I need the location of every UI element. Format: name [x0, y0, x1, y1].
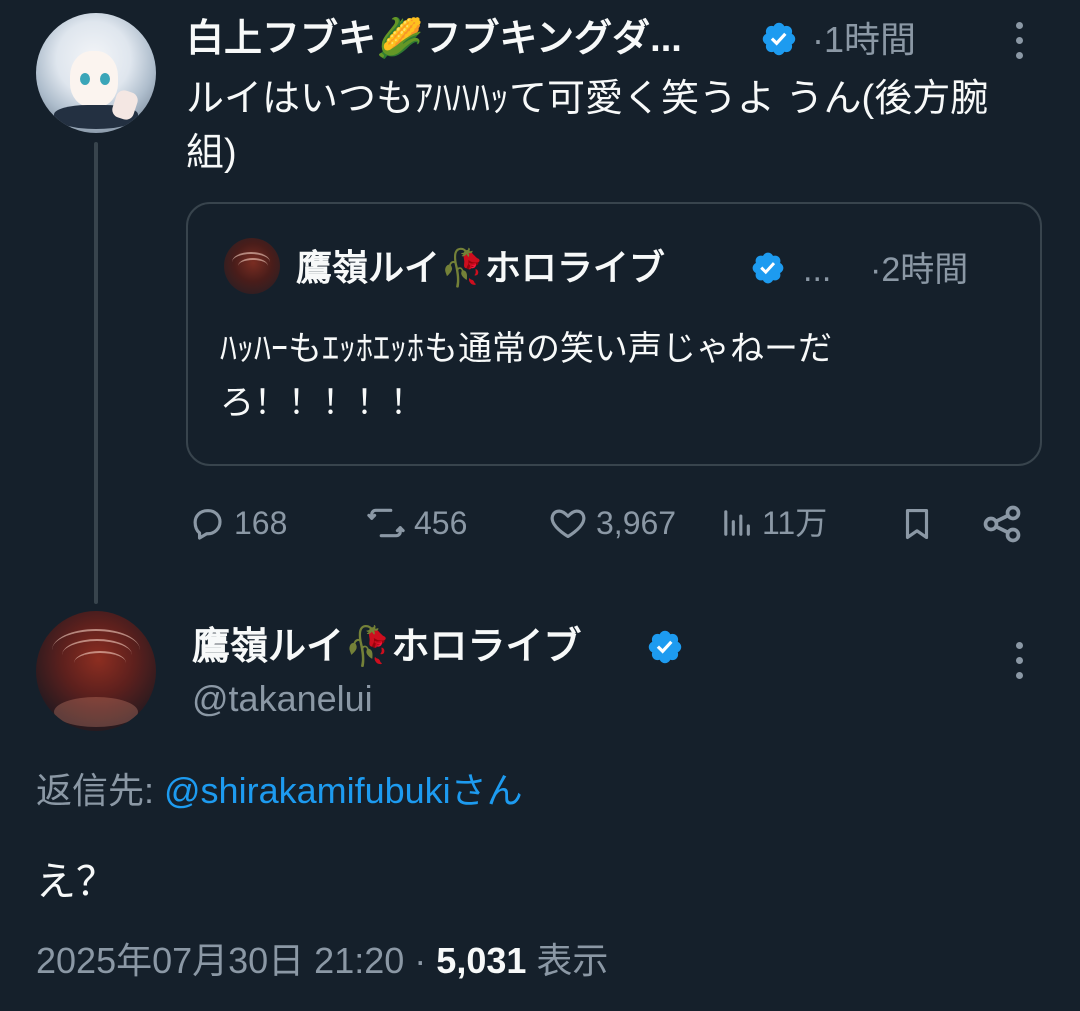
main-author-avatar[interactable]	[36, 611, 156, 731]
tweet-footer: 2025年07月30日 21:20 · 5,031 表示	[36, 936, 608, 986]
reply-icon	[193, 509, 222, 540]
repost-icon	[367, 508, 405, 538]
views-count: 5,031	[436, 940, 527, 981]
separator-dot: ·	[414, 940, 427, 981]
more-icon[interactable]	[1011, 22, 1027, 67]
quote-author-avatar	[224, 238, 280, 294]
verified-badge-icon	[646, 628, 684, 670]
like-button[interactable]: 3,967	[548, 502, 698, 546]
main-author-name[interactable]: 鷹嶺ルイ🥀ホロライブ	[192, 622, 581, 672]
parent-time[interactable]: ·1時間	[812, 18, 916, 62]
repost-button[interactable]: 456	[364, 502, 494, 546]
quote-time[interactable]: ·2時間	[870, 248, 968, 292]
timestamp[interactable]: 2025年07月30日 21:20	[36, 940, 404, 981]
views-label: 表示	[536, 940, 609, 981]
views-icon	[724, 510, 750, 536]
separator-dot: ·	[812, 19, 824, 60]
parent-author-name[interactable]: 白上フブキ🌽フブキングダ...	[186, 14, 682, 64]
thread-line	[94, 142, 98, 604]
reply-context: 返信先: @shirakamifubukiさん	[36, 770, 523, 811]
parent-tweet-text: ルイはいつもｱﾊﾊﾊｯて可愛く笑うよ うん(後方腕組)	[186, 78, 989, 174]
bookmark-icon[interactable]	[898, 502, 936, 546]
quote-ellipsis: ...	[803, 251, 832, 289]
reply-button[interactable]: 168	[188, 502, 308, 546]
main-tweet-text: え？	[36, 860, 116, 904]
verified-badge-icon	[750, 250, 786, 290]
more-icon[interactable]	[1011, 642, 1027, 687]
main-author-handle[interactable]: @takanelui	[192, 674, 373, 724]
reply-to-link[interactable]: @shirakamifubukiさん	[164, 770, 523, 811]
parent-author-avatar[interactable]	[36, 13, 156, 133]
heart-icon	[550, 509, 586, 539]
share-icon[interactable]	[980, 502, 1024, 546]
verified-badge-icon	[760, 20, 798, 62]
quote-text: ﾊｯﾊｰもｴｯﾎｴｯﾎも通常の笑い声じゃねーだろ！！！！！	[220, 330, 832, 422]
quote-author-name: 鷹嶺ルイ🥀ホロライブ	[296, 247, 665, 288]
views-button[interactable]: 11万	[718, 502, 838, 546]
separator-dot: ·	[870, 251, 882, 289]
